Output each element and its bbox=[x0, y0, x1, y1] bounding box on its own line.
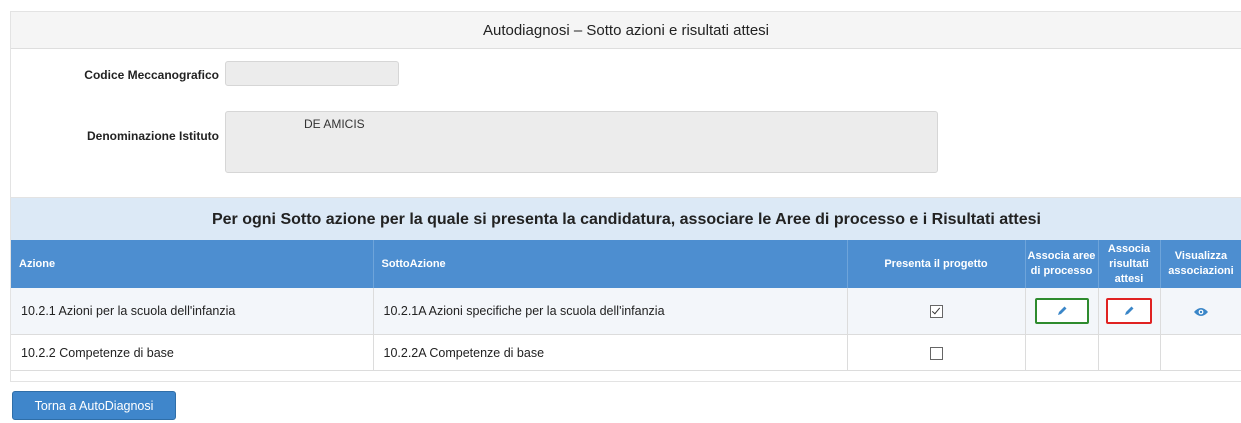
associa-aree-button[interactable] bbox=[1034, 298, 1089, 324]
codice-field bbox=[225, 61, 399, 86]
presenta-checkbox[interactable] bbox=[929, 346, 943, 360]
cell-visualizza bbox=[1160, 334, 1241, 371]
pencil-icon bbox=[1057, 306, 1066, 315]
header-azione: Azione bbox=[11, 240, 374, 288]
cell-azione: 10.2.1 Azioni per la scuola dell'infanzi… bbox=[11, 288, 374, 335]
cell-associa-aree bbox=[1025, 288, 1099, 335]
eye-icon[interactable] bbox=[1193, 306, 1209, 318]
cell-sottoazione: 10.2.1A Azioni specifiche per la scuola … bbox=[373, 288, 848, 335]
associa-risultati-button[interactable] bbox=[1106, 298, 1152, 324]
header-presenta: Presenta il progetto bbox=[847, 240, 1026, 288]
header-visualizza: Visualizza associazioni bbox=[1160, 240, 1241, 288]
table-row: 10.2.2 Competenze di base 10.2.2A Compet… bbox=[11, 334, 1241, 371]
header-associa-aree: Associa aree di processo bbox=[1025, 240, 1099, 288]
panel-title: Autodiagnosi – Sotto azioni e risultati … bbox=[11, 12, 1241, 49]
denominazione-field: DE AMICIS bbox=[225, 111, 938, 173]
header-sottoazione: SottoAzione bbox=[373, 240, 848, 288]
cell-visualizza bbox=[1160, 288, 1241, 335]
cell-sottoazione: 10.2.2A Competenze di base bbox=[373, 334, 848, 371]
denominazione-value: DE AMICIS bbox=[304, 117, 365, 131]
cell-presenta bbox=[847, 288, 1026, 335]
istituto-info: Codice Meccanografico Denominazione Isti… bbox=[11, 49, 1241, 199]
cell-presenta bbox=[847, 334, 1026, 371]
checkmark-icon bbox=[931, 305, 940, 315]
codice-label: Codice Meccanografico bbox=[84, 68, 219, 82]
denominazione-label: Denominazione Istituto bbox=[87, 129, 219, 143]
table-header-row: Azione SottoAzione Presenta il progetto … bbox=[11, 240, 1241, 288]
autodiagnosi-panel: Autodiagnosi – Sotto azioni e risultati … bbox=[10, 11, 1241, 382]
presenta-checkbox[interactable] bbox=[929, 305, 943, 319]
sottoazioni-table: Azione SottoAzione Presenta il progetto … bbox=[11, 240, 1241, 371]
table-row: 10.2.1 Azioni per la scuola dell'infanzi… bbox=[11, 288, 1241, 335]
cell-associa-aree bbox=[1025, 334, 1099, 371]
torna-autodiagnosi-button[interactable]: Torna a AutoDiagnosi bbox=[12, 391, 176, 420]
cell-associa-risultati bbox=[1098, 288, 1161, 335]
pencil-icon bbox=[1125, 306, 1134, 315]
header-associa-risultati: Associa risultati attesi bbox=[1098, 240, 1161, 288]
cell-azione: 10.2.2 Competenze di base bbox=[11, 334, 374, 371]
cell-associa-risultati bbox=[1098, 334, 1161, 371]
section-title: Per ogni Sotto azione per la quale si pr… bbox=[11, 197, 1241, 241]
